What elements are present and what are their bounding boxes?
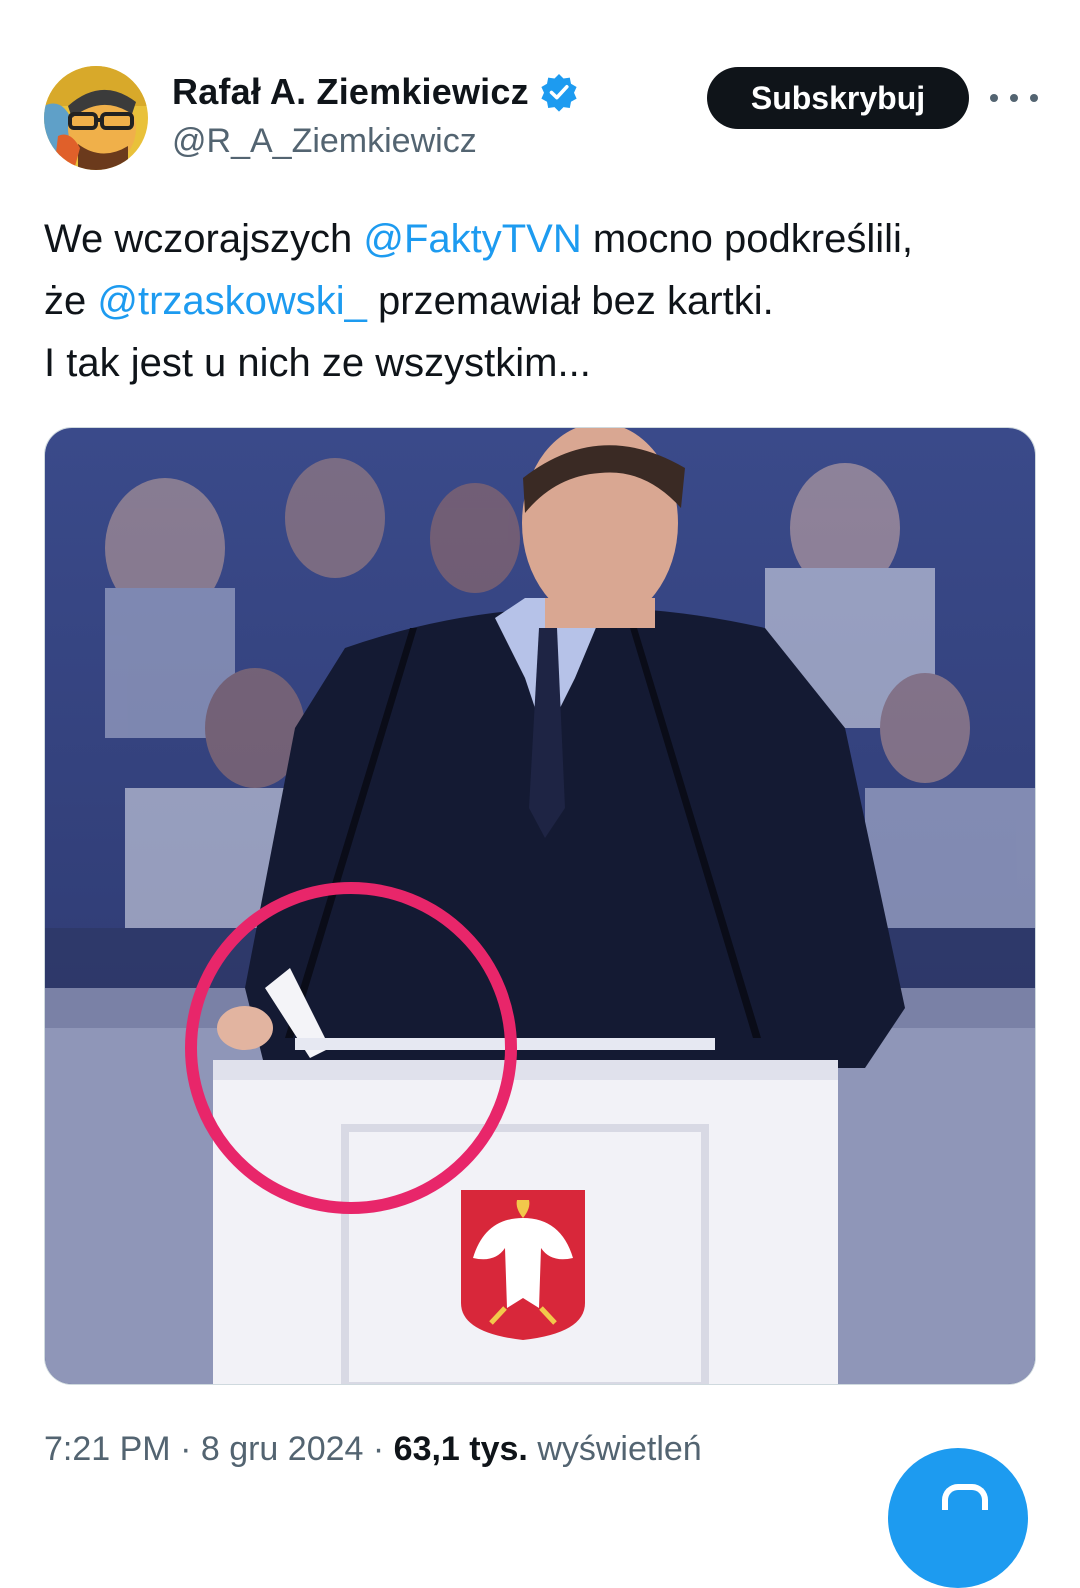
more-dot xyxy=(1010,94,1018,102)
meta-separator: · xyxy=(363,1430,394,1468)
tweet-media-image[interactable] xyxy=(44,427,1036,1385)
coat-of-arms xyxy=(461,1190,585,1340)
tweet-meta: 7:21 PM · 8 gru 2024 · 63,1 tys. wyświet… xyxy=(44,1430,702,1469)
tweet-text-segment: mocno podkreślili, xyxy=(581,217,913,261)
tweet-header: Rafał A. Ziemkiewicz @R_A_Ziemkiewicz Su… xyxy=(0,0,1080,190)
tweet-line-1: We wczorajszych @FaktyTVN mocno podkreśl… xyxy=(44,208,1044,270)
more-dot xyxy=(990,94,998,102)
mention-link-faktytvn[interactable]: @FaktyTVN xyxy=(363,217,581,261)
display-name-row: Rafał A. Ziemkiewicz xyxy=(172,68,579,116)
compose-fab-button[interactable] xyxy=(888,1448,1028,1588)
tweet-line-3: I tak jest u nich ze wszystkim... xyxy=(44,341,591,385)
speech-photo xyxy=(45,428,1035,1384)
meta-separator: · xyxy=(170,1430,201,1468)
more-options-icon[interactable] xyxy=(990,80,1038,116)
tweet-date[interactable]: 8 gru 2024 xyxy=(201,1430,364,1468)
views-count: 63,1 tys. xyxy=(393,1430,528,1468)
author-handle[interactable]: @R_A_Ziemkiewicz xyxy=(172,122,579,161)
subscribe-button[interactable]: Subskrybuj xyxy=(707,67,969,129)
tweet-line-2: że @trzaskowski_ przemawiał bez kartki. xyxy=(44,270,1044,332)
verified-badge-icon[interactable] xyxy=(539,72,579,112)
tweet-text-segment: We wczorajszych xyxy=(44,217,364,261)
compose-icon xyxy=(942,1484,988,1510)
author-names: Rafał A. Ziemkiewicz @R_A_Ziemkiewicz xyxy=(172,68,579,161)
tweet-text: We wczorajszych @FaktyTVN mocno podkreśl… xyxy=(44,208,1044,394)
views-label: wyświetleń xyxy=(527,1430,702,1468)
display-name[interactable]: Rafał A. Ziemkiewicz xyxy=(172,71,529,113)
avatar[interactable] xyxy=(44,66,148,170)
mention-link-trzaskowski[interactable]: @trzaskowski_ xyxy=(97,279,367,323)
tweet-text-segment: że xyxy=(44,279,98,323)
tweet-text-segment: przemawiał bez kartki. xyxy=(366,279,774,323)
avatar-image xyxy=(44,66,148,170)
tweet-time[interactable]: 7:21 PM xyxy=(44,1430,171,1468)
more-dot xyxy=(1030,94,1038,102)
